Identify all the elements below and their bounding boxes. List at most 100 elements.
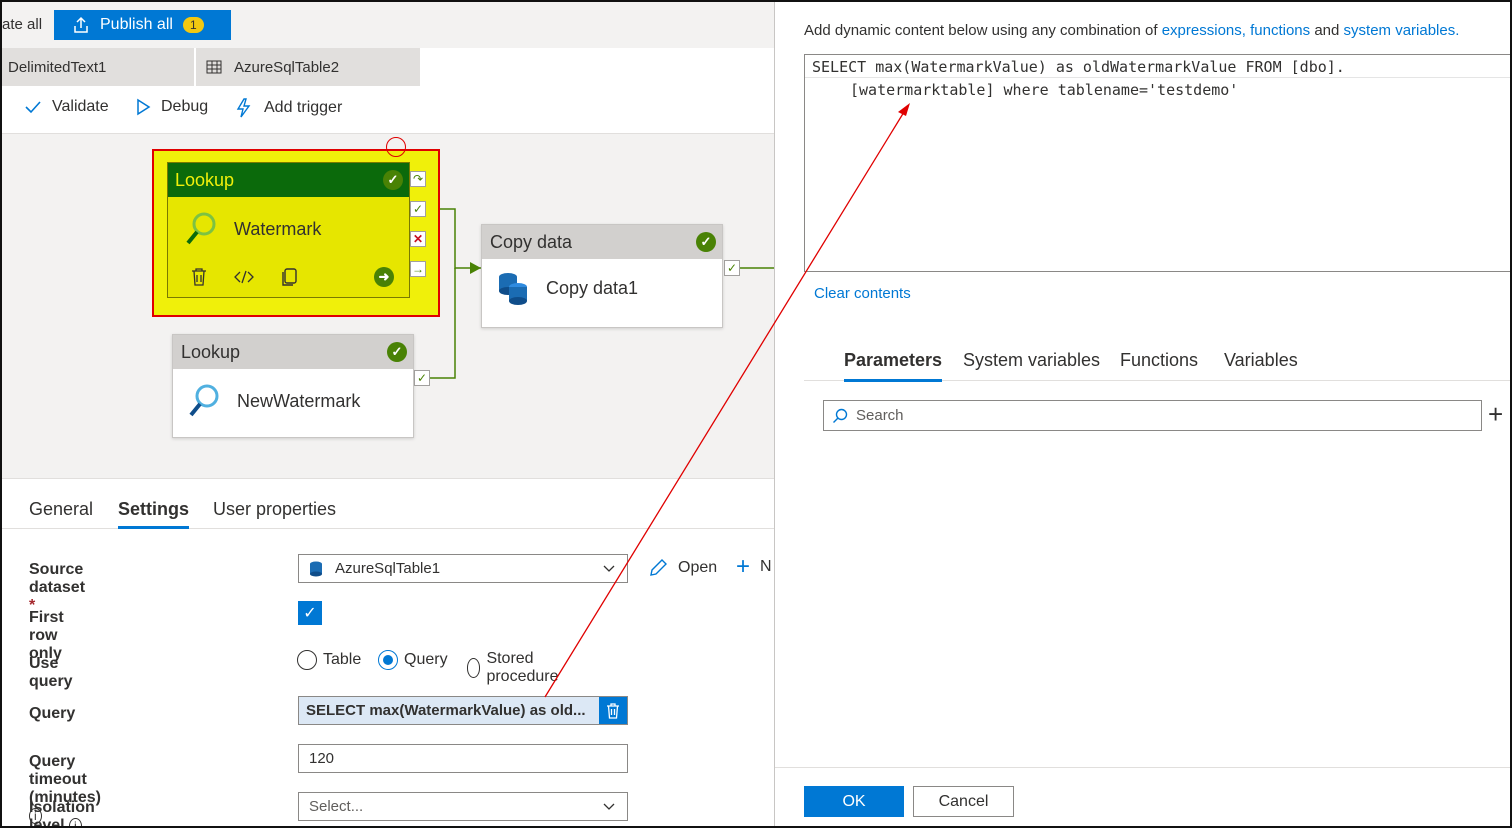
tab-delimitedtext1[interactable]: DelimitedText1 bbox=[0, 48, 194, 86]
debug-button[interactable]: Debug bbox=[135, 98, 208, 116]
plus-icon: + bbox=[736, 553, 751, 580]
copy-icon[interactable] bbox=[280, 267, 298, 287]
database-icon bbox=[499, 273, 527, 305]
search-input[interactable]: Search bbox=[823, 400, 1482, 431]
tab-variables[interactable]: Variables bbox=[1224, 350, 1298, 371]
arrow-right-circle-icon[interactable]: ➜ bbox=[374, 267, 394, 287]
source-dataset-label-text: Source dataset bbox=[29, 561, 86, 596]
pencil-icon bbox=[650, 559, 667, 576]
activity-copy-data[interactable]: Copy data ✓ Copy data1 bbox=[481, 224, 723, 328]
open-dataset-button[interactable]: Open bbox=[648, 558, 717, 578]
activity-body: Copy data1 bbox=[482, 259, 722, 305]
dynamic-tabs: Parameters System variables Functions Va… bbox=[804, 348, 1512, 382]
tab-settings[interactable]: Settings bbox=[118, 499, 190, 529]
use-query-label: Use query bbox=[29, 655, 73, 690]
radio-table-label: Table bbox=[323, 651, 362, 668]
tab-azuresqltable2[interactable]: AzureSqlTable2 bbox=[196, 48, 420, 86]
tab-label: AzureSqlTable2 bbox=[234, 58, 340, 76]
query-timeout-input[interactable]: 120 bbox=[298, 744, 628, 773]
ok-button[interactable]: OK bbox=[804, 786, 904, 817]
radio-table[interactable]: Table bbox=[297, 650, 361, 670]
magnifier-icon bbox=[186, 212, 216, 245]
activity-name: Watermark bbox=[234, 218, 322, 239]
success-port-icon[interactable]: ✓ bbox=[724, 260, 740, 276]
activity-header: Lookup ✓ bbox=[168, 163, 409, 197]
publish-icon bbox=[74, 16, 88, 33]
source-dataset-value: AzureSqlTable1 bbox=[335, 560, 441, 577]
trash-icon bbox=[607, 702, 619, 719]
current-line-marker bbox=[805, 77, 1511, 78]
radio-query[interactable]: Query bbox=[378, 650, 448, 670]
skip-port-icon[interactable]: ↷ bbox=[410, 171, 426, 187]
lightning-icon bbox=[236, 98, 251, 118]
intro-text: Add dynamic content below using any comb… bbox=[804, 22, 1162, 39]
clear-contents-link[interactable]: Clear contents bbox=[814, 285, 911, 302]
chevron-down-icon bbox=[603, 803, 615, 810]
failure-port-icon[interactable]: ✕ bbox=[410, 231, 426, 247]
code-icon[interactable] bbox=[234, 269, 254, 285]
magnifier-icon bbox=[189, 384, 219, 417]
source-dataset-label: Source dataset * bbox=[29, 561, 85, 615]
success-port-icon[interactable]: ✓ bbox=[410, 201, 426, 217]
radio-stored-label: Stored procedure bbox=[486, 650, 559, 685]
tab-functions[interactable]: Functions bbox=[1120, 350, 1198, 371]
first-row-only-checkbox[interactable]: ✓ bbox=[298, 601, 322, 625]
query-timeout-value: 120 bbox=[309, 750, 335, 767]
activity-type-label: Lookup bbox=[181, 341, 241, 362]
isolation-level-label-text: Isolation level bbox=[29, 799, 95, 828]
search-placeholder: Search bbox=[856, 407, 904, 424]
tab-parameters[interactable]: Parameters bbox=[844, 350, 943, 382]
radio-circle-selected bbox=[378, 650, 398, 670]
sql-icon bbox=[310, 561, 322, 576]
info-icon[interactable]: i bbox=[69, 818, 82, 828]
system-variables-link[interactable]: system variables. bbox=[1344, 22, 1460, 39]
search-icon bbox=[833, 408, 848, 423]
new-label: N bbox=[760, 558, 772, 575]
success-check-icon: ✓ bbox=[387, 342, 407, 362]
isolation-level-select[interactable]: Select... bbox=[298, 792, 628, 821]
source-dataset-select[interactable]: AzureSqlTable1 bbox=[298, 554, 628, 583]
completion-port-icon[interactable]: → bbox=[410, 261, 426, 277]
delete-icon[interactable] bbox=[190, 267, 208, 287]
editor-line-2: [watermarktable] where tablename='testde… bbox=[850, 81, 1239, 99]
top-bar: ate all Publish all 1 bbox=[0, 0, 774, 48]
activity-lookup-watermark[interactable]: Lookup ✓ Watermark ➜ bbox=[167, 162, 410, 298]
add-trigger-label: Add trigger bbox=[264, 99, 343, 116]
delete-query-button[interactable] bbox=[599, 697, 627, 724]
tab-label: DelimitedText1 bbox=[8, 58, 107, 76]
tab-user-properties[interactable]: User properties bbox=[213, 499, 336, 520]
annotation-circle bbox=[386, 137, 406, 157]
publish-count-badge: 1 bbox=[182, 17, 204, 33]
activity-header: Copy data ✓ bbox=[482, 225, 722, 259]
validate-button[interactable]: Validate bbox=[24, 98, 109, 116]
activity-lookup-newwatermark[interactable]: Lookup ✓ NewWatermark bbox=[172, 334, 414, 438]
table-icon bbox=[206, 60, 222, 74]
expressions-link[interactable]: expressions, bbox=[1162, 22, 1246, 39]
functions-link[interactable]: functions bbox=[1250, 22, 1310, 39]
tab-general[interactable]: General bbox=[29, 499, 93, 520]
add-parameter-plus-icon[interactable]: + bbox=[1488, 401, 1503, 427]
play-icon bbox=[137, 98, 151, 116]
expression-editor[interactable]: SELECT max(WatermarkValue) as oldWaterma… bbox=[804, 54, 1512, 272]
add-trigger-button[interactable]: Add trigger bbox=[234, 98, 342, 118]
activity-type-label: Copy data bbox=[490, 231, 573, 252]
radio-circle bbox=[297, 650, 317, 670]
success-check-icon: ✓ bbox=[696, 232, 716, 252]
query-field[interactable]: SELECT max(WatermarkValue) as old... bbox=[298, 696, 628, 725]
chevron-down-icon bbox=[603, 565, 615, 572]
publish-all-button[interactable]: Publish all 1 bbox=[54, 10, 231, 40]
publish-all-label: Publish all bbox=[100, 16, 173, 33]
activity-type-label: Lookup bbox=[175, 169, 235, 190]
dynamic-content-panel: Add dynamic content below using any comb… bbox=[774, 0, 1512, 828]
success-port-icon[interactable]: ✓ bbox=[414, 370, 430, 386]
activity-name: Copy data1 bbox=[546, 277, 639, 298]
validate-all-button[interactable]: ate all bbox=[2, 16, 42, 33]
radio-stored-procedure[interactable]: Stored procedure bbox=[467, 650, 565, 686]
activity-header: Lookup ✓ bbox=[173, 335, 413, 369]
cancel-button[interactable]: Cancel bbox=[913, 786, 1014, 817]
tab-system-variables[interactable]: System variables bbox=[963, 350, 1100, 371]
activity-actions: ➜ bbox=[168, 247, 409, 287]
new-dataset-button[interactable]: + N bbox=[736, 553, 772, 580]
isolation-level-placeholder: Select... bbox=[309, 798, 364, 815]
radio-query-label: Query bbox=[404, 651, 448, 668]
